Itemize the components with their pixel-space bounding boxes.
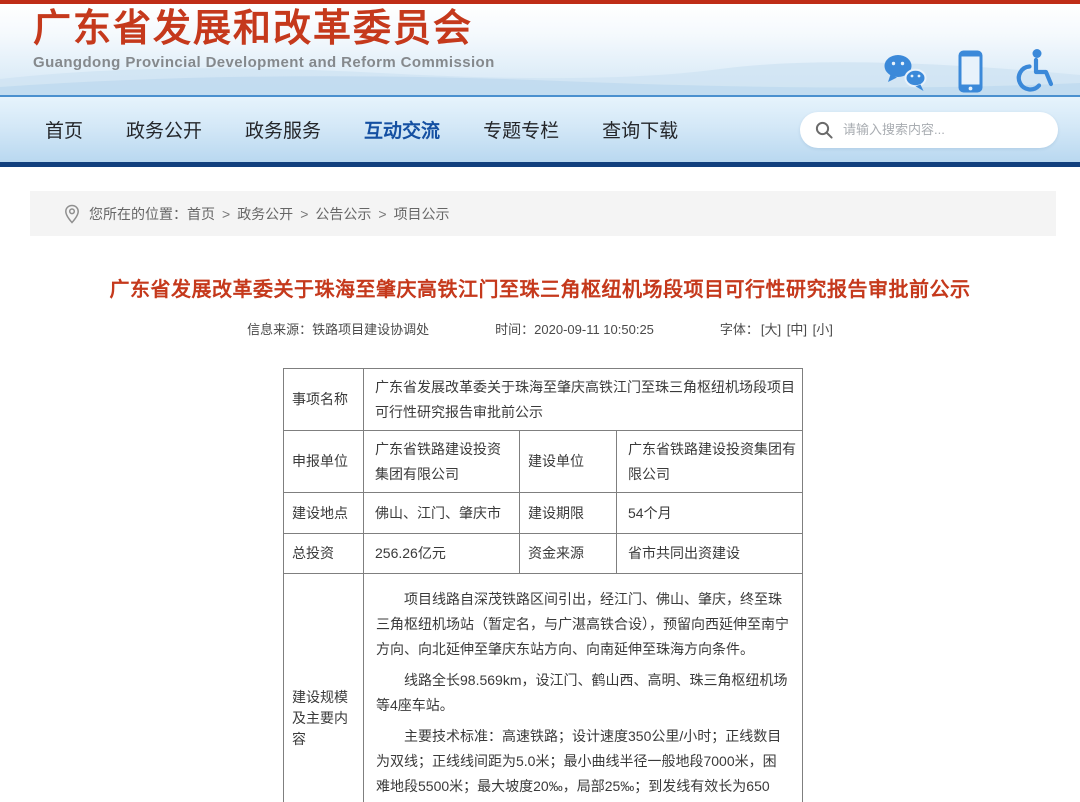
row-label-scale-content: 建设规模及主要内容 bbox=[284, 574, 364, 802]
mobile-version-icon[interactable] bbox=[957, 49, 984, 94]
breadcrumb-item-project-notices[interactable]: 项目公示 bbox=[394, 204, 450, 224]
breadcrumb-prefix: 您所在的位置： bbox=[89, 204, 187, 224]
meta-source: 信息来源：铁路项目建设协调处 bbox=[247, 319, 429, 338]
wechat-icon[interactable] bbox=[882, 52, 929, 94]
article: 广东省发展改革委关于珠海至肇庆高铁江门至珠三角枢纽机场段项目可行性研究报告审批前… bbox=[0, 273, 1080, 802]
scale-paragraph-length-stations: 线路全长98.569km，设江门、鹤山西、高明、珠三角枢纽机场等4座车站。 bbox=[376, 668, 790, 718]
table-row: 总投资 256.26亿元 资金来源 省市共同出资建设 bbox=[284, 534, 803, 574]
breadcrumb-item-announcements[interactable]: 公告公示 bbox=[315, 204, 371, 224]
site-logo[interactable]: 广东省发展和改革委员会 Guangdong Provincial Develop… bbox=[33, 9, 495, 71]
cell-duration: 54个月 bbox=[617, 493, 803, 534]
cell-scale-content: 项目线路自深茂铁路区间引出，经江门、佛山、肇庆，终至珠三角枢纽机场站（暂定名，与… bbox=[364, 574, 803, 802]
row-label-total-investment: 总投资 bbox=[284, 534, 364, 574]
font-size-small-button[interactable]: [小] bbox=[813, 322, 833, 337]
font-size-medium-button[interactable]: [中] bbox=[787, 322, 807, 337]
location-pin-icon bbox=[64, 204, 80, 224]
search-box[interactable] bbox=[800, 112, 1058, 148]
table-row: 事项名称 广东省发展改革委关于珠海至肇庆高铁江门至珠三角枢纽机场段项目可行性研究… bbox=[284, 369, 803, 431]
cell-location: 佛山、江门、肇庆市 bbox=[364, 493, 520, 534]
scale-paragraph-route: 项目线路自深茂铁路区间引出，经江门、佛山、肇庆，终至珠三角枢纽机场站（暂定名，与… bbox=[376, 587, 790, 662]
main-nav: 首页 政务公开 政务服务 互动交流 专题专栏 查询下载 bbox=[0, 95, 1080, 167]
accessibility-icon[interactable] bbox=[1012, 48, 1054, 94]
breadcrumb-separator: > bbox=[300, 206, 308, 222]
breadcrumb-separator: > bbox=[378, 206, 386, 222]
nav-item-home[interactable]: 首页 bbox=[45, 116, 83, 143]
site-title: 广东省发展和改革委员会 bbox=[33, 9, 495, 51]
cell-construction-unit: 广东省铁路建设投资集团有限公司 bbox=[617, 431, 803, 493]
table-row: 建设规模及主要内容 项目线路自深茂铁路区间引出，经江门、佛山、肇庆，终至珠三角枢… bbox=[284, 574, 803, 802]
row-label-funding-source: 资金来源 bbox=[520, 534, 617, 574]
project-info-table: 事项名称 广东省发展改革委关于珠海至肇庆高铁江门至珠三角枢纽机场段项目可行性研究… bbox=[283, 368, 803, 802]
breadcrumb-separator: > bbox=[222, 206, 230, 222]
font-size-large-button[interactable]: [大] bbox=[761, 322, 781, 337]
row-label-item-name: 事项名称 bbox=[284, 369, 364, 431]
article-meta: 信息来源：铁路项目建设协调处 时间：2020-09-11 10:50:25 字体… bbox=[0, 319, 1080, 338]
meta-time-label: 时间： bbox=[495, 322, 534, 337]
row-label-location: 建设地点 bbox=[284, 493, 364, 534]
page: 广东省发展和改革委员会 Guangdong Provincial Develop… bbox=[0, 0, 1080, 802]
nav-item-gov-disclosure[interactable]: 政务公开 bbox=[126, 116, 202, 143]
nav-item-special-topics[interactable]: 专题专栏 bbox=[483, 116, 559, 143]
row-label-duration: 建设期限 bbox=[520, 493, 617, 534]
cell-applicant: 广东省铁路建设投资集团有限公司 bbox=[364, 431, 520, 493]
article-title: 广东省发展改革委关于珠海至肇庆高铁江门至珠三角枢纽机场段项目可行性研究报告审批前… bbox=[0, 273, 1080, 302]
cell-total-investment: 256.26亿元 bbox=[364, 534, 520, 574]
row-label-construction-unit: 建设单位 bbox=[520, 431, 617, 493]
site-header: 广东省发展和改革委员会 Guangdong Provincial Develop… bbox=[0, 4, 1080, 95]
row-label-applicant: 申报单位 bbox=[284, 431, 364, 493]
breadcrumb-item-gov-disclosure[interactable]: 政务公开 bbox=[237, 204, 293, 224]
scale-paragraph-tech-standards: 主要技术标准：高速铁路；设计速度350公里/小时；正线数目为双线；正线线间距为5… bbox=[376, 724, 790, 802]
meta-font-label: 字体： bbox=[720, 322, 759, 337]
cell-item-name: 广东省发展改革委关于珠海至肇庆高铁江门至珠三角枢纽机场段项目可行性研究报告审批前… bbox=[364, 369, 803, 431]
breadcrumb-item-home[interactable]: 首页 bbox=[187, 204, 215, 224]
table-row: 建设地点 佛山、江门、肇庆市 建设期限 54个月 bbox=[284, 493, 803, 534]
meta-source-label: 信息来源： bbox=[247, 322, 312, 337]
nav-item-interaction[interactable]: 互动交流 bbox=[364, 116, 440, 143]
header-icon-group bbox=[882, 48, 1054, 94]
table-row: 申报单位 广东省铁路建设投资集团有限公司 建设单位 广东省铁路建设投资集团有限公… bbox=[284, 431, 803, 493]
site-subtitle: Guangdong Provincial Development and Ref… bbox=[33, 54, 495, 71]
breadcrumb: 您所在的位置： 首页 > 政务公开 > 公告公示 > 项目公示 bbox=[30, 191, 1056, 236]
search-icon bbox=[814, 120, 834, 140]
nav-item-downloads[interactable]: 查询下载 bbox=[602, 116, 678, 143]
meta-font-size: 字体：[大] [中] [小] bbox=[720, 319, 833, 338]
meta-time: 时间：2020-09-11 10:50:25 bbox=[495, 319, 654, 338]
search-input[interactable] bbox=[843, 122, 1044, 137]
nav-item-gov-services[interactable]: 政务服务 bbox=[245, 116, 321, 143]
meta-time-value: 2020-09-11 10:50:25 bbox=[534, 322, 654, 337]
meta-source-value: 铁路项目建设协调处 bbox=[312, 322, 429, 337]
cell-funding-source: 省市共同出资建设 bbox=[617, 534, 803, 574]
